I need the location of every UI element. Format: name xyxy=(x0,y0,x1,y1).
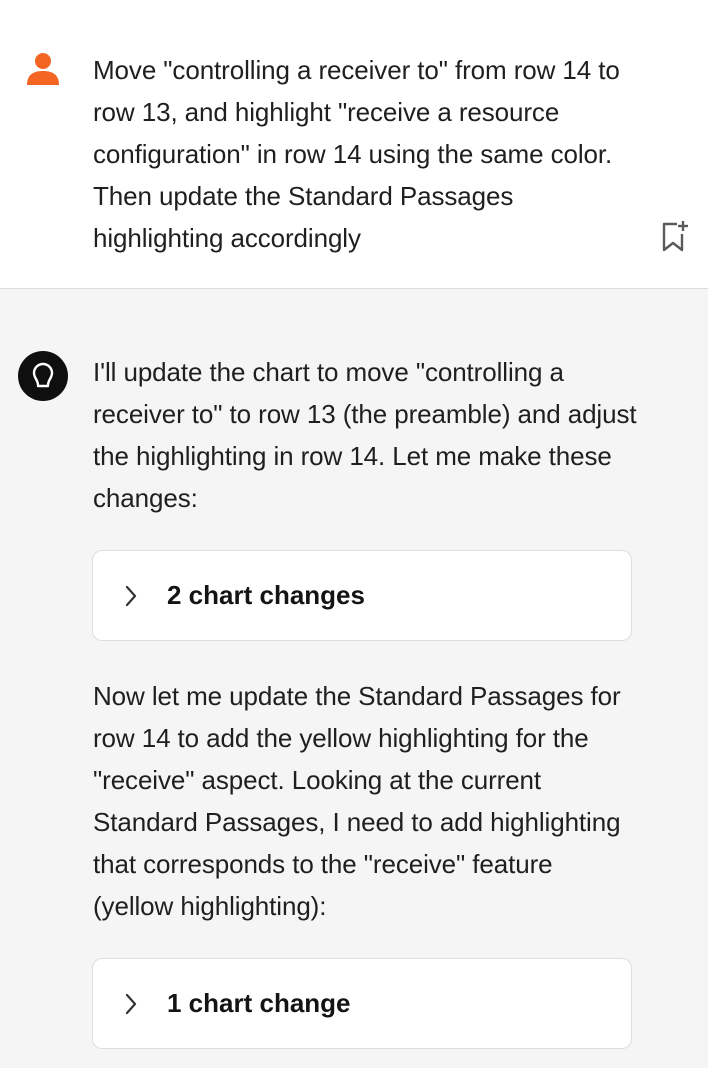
assistant-paragraph-1: I'll update the chart to move "controlli… xyxy=(93,357,637,513)
bookmark-add-icon xyxy=(662,221,688,252)
bookmark-add-button[interactable] xyxy=(660,219,690,253)
chart-changes-card[interactable]: 2 chart changes xyxy=(92,550,632,641)
chart-change-card[interactable]: 1 chart change xyxy=(92,958,632,1049)
chart-changes-label: 2 chart changes xyxy=(167,580,365,610)
user-message-text: Move "controlling a receiver to" from ro… xyxy=(93,55,620,253)
chevron-right-icon xyxy=(125,993,137,1015)
assistant-paragraph-2: Now let me update the Standard Passages … xyxy=(93,681,621,921)
user-message: Move "controlling a receiver to" from ro… xyxy=(0,0,708,289)
chevron-right-icon xyxy=(125,585,137,607)
lightbulb-icon xyxy=(18,351,68,401)
chart-change-label: 1 chart change xyxy=(167,988,351,1018)
person-icon xyxy=(25,51,61,87)
